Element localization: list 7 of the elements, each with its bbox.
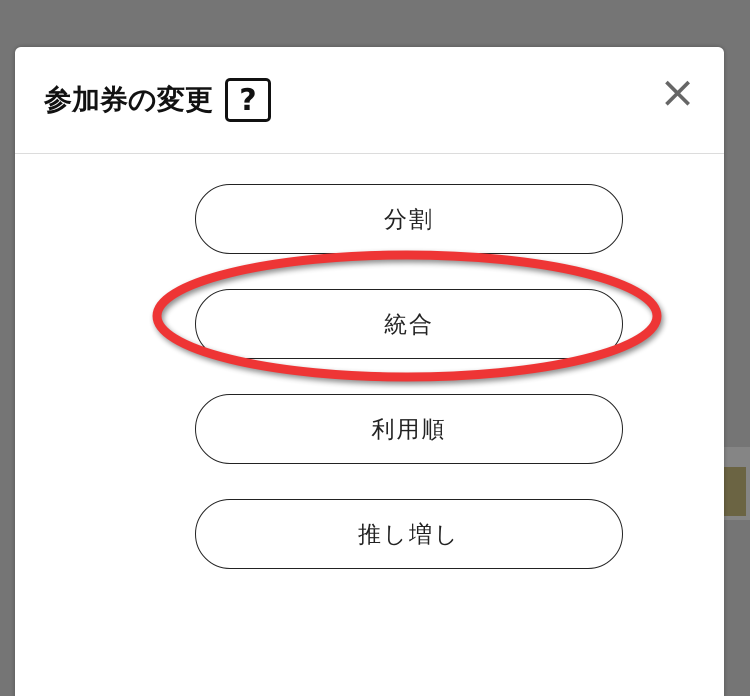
help-button[interactable]: ? [225,78,271,122]
option-button[interactable]: 統合 [195,289,623,359]
close-button[interactable]: × [659,71,696,115]
dialog-title: 参加券の変更 [44,82,213,118]
option-button[interactable]: 分割 [195,184,623,254]
option-button[interactable]: 推し増し [195,499,623,569]
option-button[interactable]: 利用順 [195,394,623,464]
